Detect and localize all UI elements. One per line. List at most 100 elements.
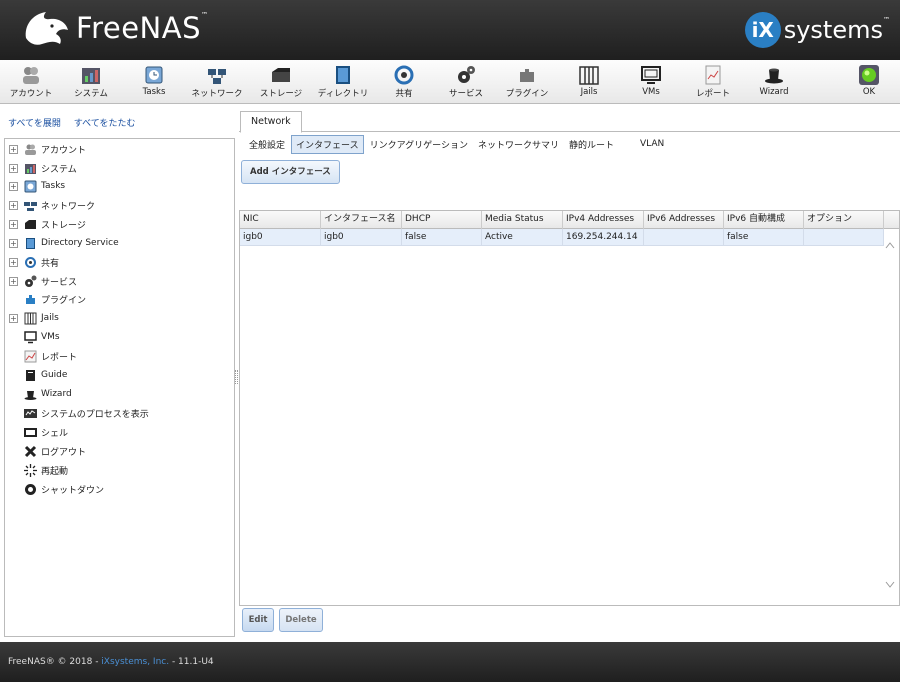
cell-ipv6-autoconf: false: [724, 229, 804, 246]
cell-nic: igb0: [240, 229, 321, 246]
tree-controls: すべてを展開 すべてをたたむ: [8, 116, 146, 129]
storage-icon: [25, 219, 36, 229]
edit-button[interactable]: Edit: [242, 608, 274, 632]
expand-toggle-icon[interactable]: +: [9, 238, 18, 248]
plugins-icon: [520, 69, 534, 82]
toolbar-plugins[interactable]: プラグイン: [496, 64, 558, 99]
column-header-nic[interactable]: NIC: [240, 211, 321, 229]
toolbar-system[interactable]: システム: [60, 64, 122, 99]
network-icon: [208, 69, 226, 84]
expand-toggle-icon[interactable]: +: [9, 276, 18, 286]
tab-network[interactable]: Network: [240, 111, 302, 133]
services-icon: [25, 275, 37, 287]
toolbar-alert-ok[interactable]: OK: [838, 64, 900, 97]
ix-wordmark: systems™: [783, 16, 890, 44]
tree-item-vms[interactable]: VMs: [9, 328, 60, 346]
tree-item-system[interactable]: + システム: [9, 159, 77, 177]
tasks-icon: [24, 180, 37, 192]
tree-item-logout[interactable]: ログアウト: [9, 442, 86, 460]
tree-item-processes[interactable]: システムのプロセスを表示: [9, 404, 149, 422]
toolbar-account[interactable]: アカウント: [0, 64, 62, 99]
expand-toggle-icon[interactable]: +: [9, 313, 18, 323]
brand-title: FreeNAS™: [76, 11, 209, 45]
expand-toggle-icon[interactable]: +: [9, 200, 18, 210]
grid-header: NIC インタフェース名 DHCP Media Status IPv4 Addr…: [240, 211, 899, 229]
subtab-vlan[interactable]: VLAN: [636, 137, 668, 151]
toolbar-jails[interactable]: Jails: [558, 64, 620, 97]
expand-all-link[interactable]: すべてを展開: [8, 119, 61, 129]
sharing-icon: [394, 65, 414, 85]
wizard-icon: [765, 68, 783, 84]
add-interface-button[interactable]: Add インタフェース: [241, 160, 340, 184]
tree-item-wizard[interactable]: Wizard: [9, 385, 72, 403]
subtab-link-aggregation[interactable]: リンクアグリゲーション: [366, 136, 472, 153]
system-icon: [25, 163, 36, 174]
tree-item-account[interactable]: + アカウント: [9, 140, 86, 158]
account-icon: [23, 67, 39, 84]
subtab-interfaces[interactable]: インタフェース: [291, 134, 364, 154]
expand-toggle-icon[interactable]: +: [9, 181, 18, 191]
tree-item-services[interactable]: + サービス: [9, 272, 77, 290]
network-icon: [24, 201, 37, 211]
subtab-global-config[interactable]: 全般設定: [245, 136, 289, 153]
tree-item-plugins[interactable]: プラグイン: [9, 290, 86, 308]
storage-icon: [272, 68, 290, 82]
subtab-network-summary[interactable]: ネットワークサマリ: [474, 136, 563, 153]
ixsystems-logo: iX systems™: [744, 12, 890, 48]
footer-version: - 11.1-U4: [169, 657, 214, 667]
main-tabbar: Network: [239, 110, 900, 133]
toolbar-tasks[interactable]: Tasks: [123, 64, 185, 97]
toolbar-reporting[interactable]: レポート: [682, 64, 744, 99]
expand-toggle-icon[interactable]: +: [9, 219, 18, 229]
cell-ipv6: [644, 229, 724, 246]
subtab-static-routes[interactable]: 静的ルート: [565, 136, 618, 153]
logout-icon: [24, 445, 37, 457]
reporting-icon: [705, 65, 721, 85]
panel-splitter[interactable]: [235, 370, 238, 384]
delete-button[interactable]: Delete: [279, 608, 323, 632]
cell-media-status: Active: [482, 229, 563, 246]
guide-icon: [26, 369, 35, 381]
tree-item-tasks[interactable]: + Tasks: [9, 177, 65, 195]
column-header-interface-name[interactable]: インタフェース名: [321, 211, 402, 229]
toolbar-network[interactable]: ネットワーク: [186, 64, 248, 99]
tree-item-reboot[interactable]: 再起動: [9, 461, 68, 479]
navigation-tree: + アカウント + システム + Tasks + ネットワーク + ストレージ + Dire…: [4, 138, 235, 637]
expand-toggle-icon[interactable]: +: [9, 163, 18, 173]
table-row[interactable]: igb0 igb0 false Active 169.254.244.14 fa…: [240, 229, 884, 246]
system-icon: [82, 68, 100, 84]
toolbar-sharing[interactable]: 共有: [373, 64, 435, 99]
vms-icon: [24, 330, 37, 343]
column-header-dhcp[interactable]: DHCP: [402, 211, 482, 229]
toolbar-directory[interactable]: ディレクトリ: [312, 64, 374, 99]
toolbar-services[interactable]: サービス: [435, 64, 497, 99]
app-header: FreeNAS™ iX systems™: [0, 0, 900, 60]
expand-toggle-icon[interactable]: +: [9, 257, 18, 267]
tree-item-shell[interactable]: シェル: [9, 423, 68, 441]
column-header-options[interactable]: オプション: [804, 211, 884, 229]
column-header-ipv6[interactable]: IPv6 Addresses: [644, 211, 724, 229]
jails-icon: [579, 66, 599, 85]
sharing-icon: [25, 256, 36, 268]
tree-item-sharing[interactable]: + 共有: [9, 253, 59, 271]
cell-interface-name: igb0: [321, 229, 402, 246]
tree-item-network[interactable]: + ネットワーク: [9, 196, 95, 214]
shark-logo-icon: [25, 12, 68, 45]
scroll-down-icon[interactable]: [885, 581, 895, 589]
column-header-media-status[interactable]: Media Status: [482, 211, 563, 229]
scroll-up-icon[interactable]: [885, 241, 895, 249]
column-header-ipv4[interactable]: IPv4 Addresses: [563, 211, 644, 229]
tree-item-shutdown[interactable]: シャットダウン: [9, 480, 104, 498]
collapse-all-link[interactable]: すべてをたたむ: [74, 119, 136, 129]
toolbar-vms[interactable]: VMs: [620, 64, 682, 97]
tree-item-reporting[interactable]: レポート: [9, 347, 77, 365]
expand-toggle-icon[interactable]: +: [9, 144, 18, 154]
footer-company-link[interactable]: iXsystems, Inc.: [101, 657, 169, 667]
toolbar-storage[interactable]: ストレージ: [250, 64, 312, 99]
tree-item-directory-service[interactable]: + Directory Service: [9, 234, 119, 252]
tree-item-guide[interactable]: Guide: [9, 366, 67, 384]
tree-item-jails[interactable]: + Jails: [9, 309, 59, 327]
tree-item-storage[interactable]: + ストレージ: [9, 215, 86, 233]
column-header-ipv6-autoconf[interactable]: IPv6 自動構成: [724, 211, 804, 229]
toolbar-wizard[interactable]: Wizard: [743, 64, 805, 97]
